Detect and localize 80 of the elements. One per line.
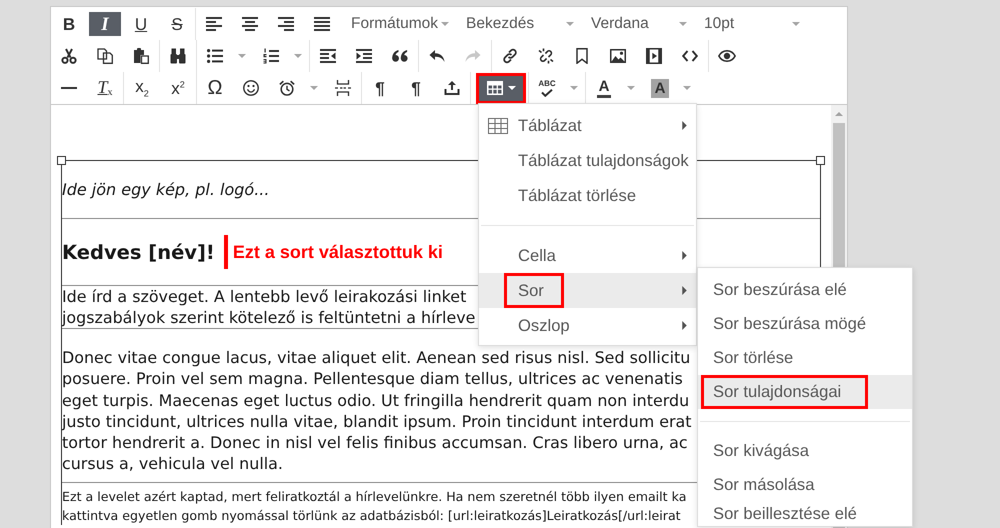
resize-handle[interactable] xyxy=(816,156,825,165)
dropdown-select[interactable]: 10pt xyxy=(693,12,806,36)
menu-item[interactable]: Sor törlése xyxy=(698,341,912,375)
caret-icon xyxy=(566,22,574,26)
quote-icon xyxy=(392,50,408,62)
broken-chain-icon xyxy=(538,48,554,64)
eye-icon xyxy=(718,50,736,62)
bullet-list-icon xyxy=(207,49,223,63)
dropdown-select[interactable]: Formátumok xyxy=(340,12,455,36)
resize-handle[interactable] xyxy=(57,156,66,165)
caret-icon xyxy=(310,86,318,90)
horizontal-line-icon xyxy=(61,87,77,89)
menu-item[interactable]: Sor beszúrása elé xyxy=(698,273,912,307)
caret-icon xyxy=(792,22,800,26)
menu-item[interactable]: Oszlop xyxy=(479,308,696,343)
greeting-heading: Kedves [név]! xyxy=(62,240,215,264)
caption-text: Ide jön egy kép, pl. logó... xyxy=(62,180,270,199)
menu-item[interactable]: Sor beszúrása mögé xyxy=(698,307,912,341)
menu-item[interactable]: Sor másolása xyxy=(698,468,912,502)
annotation-text: Ezt a sort választottuk ki xyxy=(232,242,443,262)
table-grid-icon xyxy=(488,118,508,134)
outdent-icon xyxy=(320,49,336,63)
menu-item[interactable]: Sor xyxy=(479,273,696,308)
alarm-clock-icon xyxy=(279,80,295,96)
footer-note: Ezt a levelet azért kaptad, mert feliratkoztál a hírlevelünkre. Ha nem szeretnél több ilyen emailt ka kattintva egyetlen gomb nyomással törlünk az adatbázisból: [url:leiratkozás]Leiratkozás[/url:leirat xyxy=(62,488,686,525)
spellcheck-button[interactable]: ABC xyxy=(531,76,563,100)
menu-item[interactable]: Sor tulajdonságai xyxy=(698,375,912,409)
table-button[interactable] xyxy=(476,72,526,104)
smiley-icon xyxy=(243,80,259,96)
menu-item[interactable]: Sor kivágása xyxy=(698,434,912,468)
menu-item[interactable]: Táblázat tulajdonságok xyxy=(479,143,696,178)
superscript-button[interactable]: x$^{2}$ xyxy=(162,76,194,100)
text-color-button[interactable]: A xyxy=(588,76,620,100)
caret-icon xyxy=(679,22,687,26)
clear-formatting-button[interactable]: T$_{x}$ xyxy=(89,76,121,100)
caret-icon xyxy=(683,86,691,90)
clipboard-icon xyxy=(133,48,149,64)
page-break-icon xyxy=(335,80,351,96)
upload-tray-icon xyxy=(444,81,460,95)
scissors-icon xyxy=(61,48,77,64)
numbered-list-icon xyxy=(263,48,279,64)
caret-icon xyxy=(570,86,578,90)
table-grid-icon xyxy=(486,81,502,95)
image-icon xyxy=(610,49,626,63)
copy-icon xyxy=(97,48,113,64)
caret-icon xyxy=(441,22,449,26)
menu-item[interactable]: Sor beillesztése elé xyxy=(698,502,912,526)
dropdown-select[interactable]: Bekezdés xyxy=(455,12,580,36)
align-center-icon xyxy=(242,17,258,31)
subscript-button[interactable]: x$_{2}$ xyxy=(126,76,158,100)
chain-link-icon xyxy=(502,48,518,64)
annotation-bar xyxy=(224,235,228,269)
caret-icon xyxy=(627,86,635,90)
underline-button[interactable]: U xyxy=(125,12,157,36)
checkmark-icon xyxy=(541,88,553,96)
menu-item[interactable]: Táblázat törlése xyxy=(479,178,696,213)
redo-arrow-icon xyxy=(465,50,481,62)
menu-item[interactable]: Táblázat xyxy=(479,108,696,143)
indent-icon xyxy=(356,49,372,63)
bookmark-icon xyxy=(576,48,588,64)
caret-icon xyxy=(294,54,302,58)
justify-icon xyxy=(314,17,330,31)
undo-arrow-icon xyxy=(429,50,445,62)
menu-item[interactable]: Cella xyxy=(479,238,696,273)
paragraph-mark-button[interactable]: ¶ xyxy=(400,76,432,100)
paragraph-mark-button[interactable]: ¶ xyxy=(364,76,396,100)
binoculars-icon xyxy=(170,48,186,64)
italic-button[interactable]: I xyxy=(89,12,121,36)
body-paragraph: Donec vitae congue lacus, vitae aliquet elit. Aenean sed risus nisl. Sed sollicitu posuere. Proin vel sem magna. Pellentesque diam tellus, ultrices ac venenatis eget turpis. Maecenas eget luctus odio. Ut fringilla hendrerit quam non interdu justo tincidunt, ultrices nulla vitae, blandit ipsum. Proin tincidunt interdum erat tortor hendrerit a. Donec in nisl vel felis finibus accumsan. Cras libero urna, ac cursus a, vehicula vel nulla. xyxy=(62,347,692,475)
align-right-icon xyxy=(278,17,294,31)
dropdown-select[interactable]: Verdana xyxy=(580,12,693,36)
special-character-button[interactable]: Ω xyxy=(199,76,231,100)
bold-button[interactable]: B xyxy=(53,12,85,36)
film-strip-icon xyxy=(646,48,662,64)
strikethrough-button[interactable]: S xyxy=(161,12,193,36)
align-left-icon xyxy=(206,17,222,31)
background-color-button[interactable]: A xyxy=(644,76,676,100)
intro-paragraph: Ide írd a szöveget. A lentebb levő leirakozási linket jogszabályok szerint kötelező is feltüntetni a hírleve xyxy=(62,286,476,328)
code-brackets-icon xyxy=(682,50,698,62)
caret-icon xyxy=(238,54,246,58)
